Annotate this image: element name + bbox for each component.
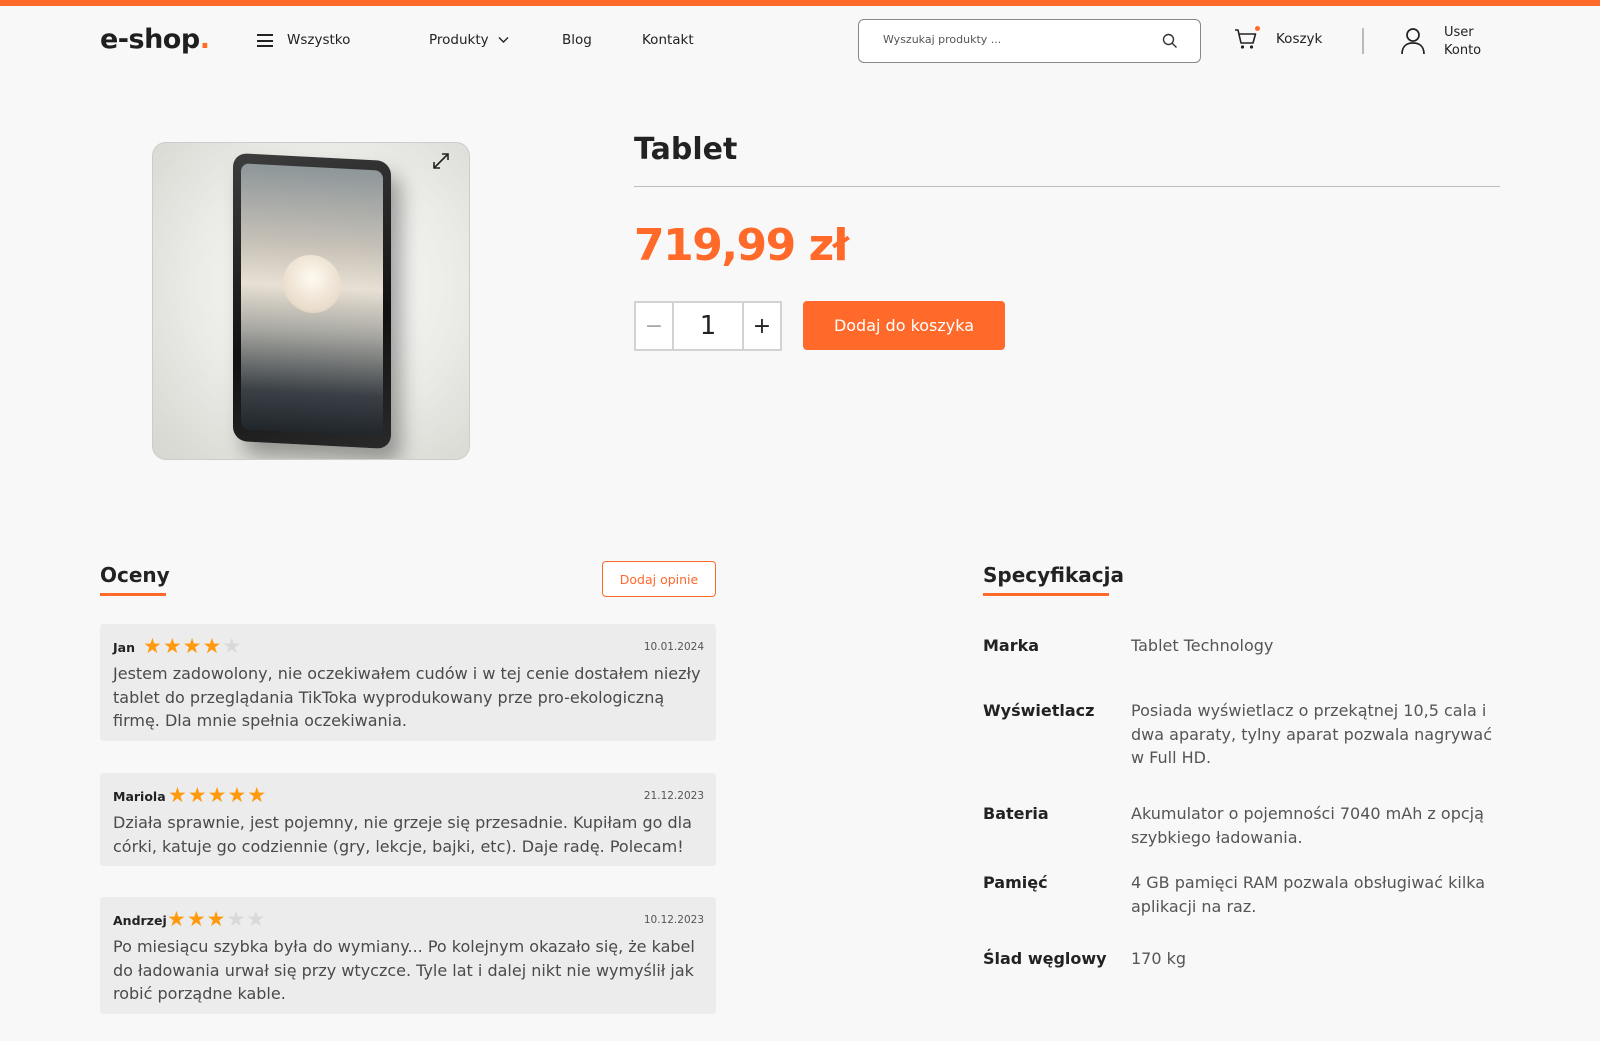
spec-value: Akumulator o pojemności 7040 mAh z opcją… bbox=[1131, 804, 1484, 847]
spec-value: Posiada wyświetlacz o przekątnej 10,5 ca… bbox=[1131, 701, 1492, 767]
review-rating: ★ ★ ★ ★ ★ bbox=[167, 909, 266, 930]
product-price: 719,99 zł bbox=[634, 220, 849, 271]
review-author: Andrzej bbox=[113, 913, 167, 928]
reviews-title: Oceny bbox=[100, 563, 170, 587]
logo-text: e-shop bbox=[100, 24, 200, 55]
review-rating: ★ ★ ★ ★ ★ bbox=[143, 636, 242, 657]
add-review-button[interactable]: Dodaj opinie bbox=[602, 561, 716, 597]
search-input[interactable] bbox=[883, 33, 1153, 46]
nav-blog[interactable]: Blog bbox=[562, 32, 592, 48]
header-divider bbox=[1362, 28, 1364, 54]
cart-badge bbox=[1255, 26, 1260, 31]
star-filled-icon: ★ bbox=[162, 634, 182, 658]
review-rating: ★ ★ ★ ★ ★ bbox=[168, 785, 267, 806]
star-filled-icon: ★ bbox=[202, 634, 222, 658]
search-icon[interactable] bbox=[1162, 33, 1178, 49]
spec-key: Wyświetlacz bbox=[983, 701, 1095, 720]
user-name: User bbox=[1444, 25, 1474, 40]
logo-dot: . bbox=[199, 24, 210, 55]
spec-value: 4 GB pamięci RAM pozwala obsługiwać kilk… bbox=[1131, 873, 1486, 916]
quantity-stepper: − 1 + bbox=[634, 301, 782, 351]
specs-title: Specyfikacja bbox=[983, 563, 1125, 587]
account-label: Konto bbox=[1444, 43, 1482, 58]
logo[interactable]: e-shop. bbox=[100, 24, 210, 55]
review-date: 21.12.2023 bbox=[643, 790, 704, 802]
quantity-increase-button[interactable]: + bbox=[742, 303, 780, 349]
star-empty-icon: ★ bbox=[226, 907, 246, 931]
star-filled-icon: ★ bbox=[187, 783, 207, 807]
top-accent-bar bbox=[0, 0, 1600, 6]
review-author: Mariola bbox=[113, 789, 166, 804]
spec-value: 170 kg bbox=[1131, 949, 1187, 968]
user-menu[interactable]: User Konto bbox=[1444, 24, 1481, 60]
expand-icon[interactable] bbox=[431, 151, 451, 171]
review-date: 10.01.2024 bbox=[643, 641, 704, 653]
spec-value: Tablet Technology bbox=[1131, 636, 1274, 655]
add-to-cart-button[interactable]: Dodaj do koszyka bbox=[803, 301, 1005, 350]
user-icon[interactable] bbox=[1400, 27, 1426, 55]
review-card: Andrzej ★ ★ ★ ★ ★ 10.12.2023 Po miesiącu szy… bbox=[100, 897, 716, 1014]
nav-contact[interactable]: Kontakt bbox=[642, 32, 694, 48]
star-filled-icon: ★ bbox=[182, 634, 202, 658]
star-filled-icon: ★ bbox=[167, 907, 186, 931]
star-filled-icon: ★ bbox=[227, 783, 247, 807]
tablet-illustration bbox=[233, 152, 391, 450]
review-card: Jan ★ ★ ★ ★ ★ 10.01.2024 Jestem zadowolony, … bbox=[100, 624, 716, 741]
review-date: 10.12.2023 bbox=[643, 914, 704, 926]
star-empty-icon: ★ bbox=[246, 907, 266, 931]
cart-label[interactable]: Koszyk bbox=[1276, 31, 1322, 47]
chevron-down-icon[interactable] bbox=[498, 36, 509, 44]
star-filled-icon: ★ bbox=[207, 783, 227, 807]
title-divider bbox=[634, 186, 1500, 187]
star-filled-icon: ★ bbox=[247, 783, 267, 807]
star-filled-icon: ★ bbox=[168, 783, 187, 807]
spec-key: Marka bbox=[983, 636, 1040, 655]
specs-title-underline bbox=[983, 593, 1109, 596]
review-text: Po miesiącu szybka była do wymiany... Po… bbox=[113, 937, 695, 1003]
review-text: Jestem zadowolony, nie oczekiwałem cudów… bbox=[113, 664, 701, 730]
spec-key: Pamięć bbox=[983, 873, 1048, 892]
star-filled-icon: ★ bbox=[206, 907, 226, 931]
review-author: Jan bbox=[113, 640, 135, 655]
star-filled-icon: ★ bbox=[143, 634, 162, 658]
quantity-decrease-button[interactable]: − bbox=[636, 303, 674, 349]
quantity-value[interactable]: 1 bbox=[674, 303, 742, 349]
product-title: Tablet bbox=[634, 132, 738, 167]
star-filled-icon: ★ bbox=[186, 907, 206, 931]
star-empty-icon: ★ bbox=[222, 634, 242, 658]
cart-icon[interactable] bbox=[1234, 27, 1258, 51]
nav-products[interactable]: Produkty bbox=[429, 32, 489, 48]
search-box bbox=[858, 19, 1201, 63]
review-card: Mariola ★ ★ ★ ★ ★ 21.12.2023 Działa sprawnie… bbox=[100, 773, 716, 866]
nav-all[interactable]: Wszystko bbox=[287, 32, 350, 48]
spec-key: Bateria bbox=[983, 804, 1049, 823]
spec-key: Ślad węglowy bbox=[983, 949, 1107, 968]
reviews-title-underline bbox=[100, 593, 166, 596]
menu-icon[interactable] bbox=[257, 34, 273, 47]
review-text: Działa sprawnie, jest pojemny, nie grzej… bbox=[113, 813, 692, 856]
product-image[interactable] bbox=[152, 142, 470, 460]
